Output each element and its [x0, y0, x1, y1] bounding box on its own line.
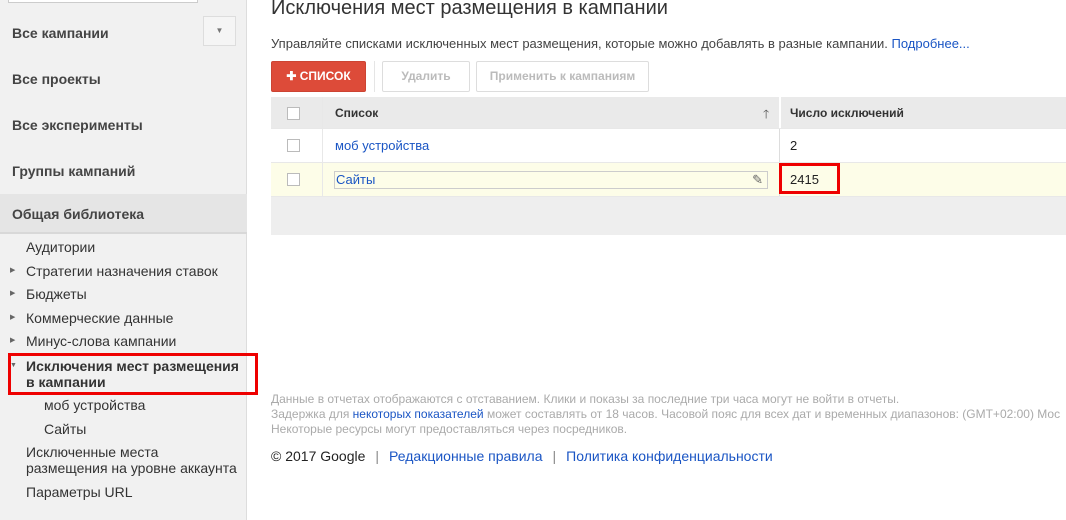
- label-line: Исключенные места: [26, 444, 159, 460]
- dropdown-button[interactable]: ▼: [203, 16, 236, 46]
- chevron-down-icon: ▼: [215, 26, 224, 35]
- sidebar-item-business-data[interactable]: Коммерческие данные: [26, 310, 173, 326]
- list-name-edit-field[interactable]: Сайты ✎: [334, 171, 768, 189]
- nav-all-campaigns[interactable]: Все кампании: [12, 25, 109, 41]
- column-header-list[interactable]: Список: [335, 106, 378, 120]
- plus-icon: ✚: [286, 69, 300, 83]
- select-all-checkbox[interactable]: [287, 107, 300, 120]
- copyright: © 2017 Google: [271, 448, 366, 464]
- exclusion-count: 2: [790, 138, 798, 153]
- highlight-box: [779, 163, 840, 194]
- editorial-policy-link[interactable]: Редакционные правила: [389, 448, 542, 464]
- triangle-right-icon[interactable]: ▶: [10, 266, 15, 274]
- shared-library-label: Общая библиотека: [12, 206, 145, 222]
- sort-arrow-up-icon[interactable]: 🡑: [763, 105, 769, 126]
- highlight-box: [8, 353, 258, 395]
- nav-campaign-groups[interactable]: Группы кампаний: [12, 163, 135, 179]
- nav-shared-library[interactable]: Общая библиотека: [0, 194, 247, 234]
- apply-to-campaigns-button[interactable]: Применить к кампаниям: [476, 61, 649, 92]
- nav-all-projects[interactable]: Все проекты: [12, 71, 101, 87]
- sidebar-item-audiences[interactable]: Аудитории: [26, 239, 95, 255]
- add-list-button[interactable]: ✚ СПИСОК: [271, 61, 366, 92]
- sidebar-item-url-params[interactable]: Параметры URL: [26, 484, 133, 500]
- learn-more-link[interactable]: Подробнее...: [892, 36, 970, 51]
- divider: [779, 129, 780, 162]
- page-description: Управляйте списками исключенных мест раз…: [271, 36, 970, 51]
- divider: [322, 129, 323, 162]
- pencil-icon[interactable]: ✎: [752, 172, 763, 188]
- description-text: Управляйте списками исключенных мест раз…: [271, 36, 888, 51]
- table-header: Список 🡑 Число исключений: [271, 97, 1066, 129]
- divider: [322, 163, 323, 196]
- column-header-count[interactable]: Число исключений: [790, 106, 904, 120]
- note-line: Данные в отчетах отображаются с отставан…: [271, 392, 900, 406]
- page-title: Исключения мест размещения в кампании: [271, 0, 668, 19]
- table-row: Сайты ✎ 2415: [271, 163, 1066, 197]
- row-checkbox[interactable]: [287, 139, 300, 152]
- sidebar-child-mobile[interactable]: моб устройства: [44, 397, 145, 413]
- note-text: Задержка для: [271, 407, 350, 421]
- sidebar-item-bid-strategies[interactable]: Стратегии назначения ставок: [26, 263, 218, 279]
- list-name-link[interactable]: моб устройства: [335, 138, 429, 153]
- sidebar-item-budgets[interactable]: Бюджеты: [26, 286, 87, 302]
- table-row: моб устройства 2: [271, 129, 1066, 163]
- divider: [779, 97, 781, 128]
- data-delay-note: Данные в отчетах отображаются с отставан…: [271, 392, 1060, 437]
- note-text: может составлять от 18 часов. Часовой по…: [486, 407, 1061, 421]
- row-checkbox[interactable]: [287, 173, 300, 186]
- note-line: Некоторые ресурсы могут предоставляться …: [271, 422, 628, 436]
- triangle-right-icon[interactable]: ▶: [10, 336, 15, 344]
- list-name-link[interactable]: Сайты: [336, 172, 375, 187]
- delete-button[interactable]: Удалить: [382, 61, 470, 92]
- nav-all-experiments[interactable]: Все эксперименты: [12, 117, 143, 133]
- page-footer: © 2017 Google | Редакционные правила | Полит…: [271, 448, 773, 464]
- triangle-right-icon[interactable]: ▶: [10, 289, 15, 297]
- triangle-right-icon[interactable]: ▶: [10, 313, 15, 321]
- sidebar: Все кампании ▼ Все проекты Все экспериме…: [0, 0, 247, 520]
- table-footer: [271, 197, 1066, 235]
- sidebar-item-account-exclusions[interactable]: Исключенные места размещения на уровне ак…: [26, 444, 237, 476]
- add-list-label: СПИСОК: [299, 69, 351, 83]
- sidebar-child-sites[interactable]: Сайты: [44, 421, 86, 437]
- sidebar-item-negative-keywords[interactable]: Минус-слова кампании: [26, 333, 176, 349]
- label-line: размещения на уровне аккаунта: [26, 460, 237, 476]
- search-box[interactable]: [8, 0, 198, 3]
- some-metrics-link[interactable]: некоторых показателей: [353, 407, 484, 421]
- divider: [374, 61, 375, 92]
- divider: [322, 97, 323, 128]
- privacy-policy-link[interactable]: Политика конфиденциальности: [566, 448, 773, 464]
- note-line: Задержка для некоторых показателей может…: [271, 407, 1060, 422]
